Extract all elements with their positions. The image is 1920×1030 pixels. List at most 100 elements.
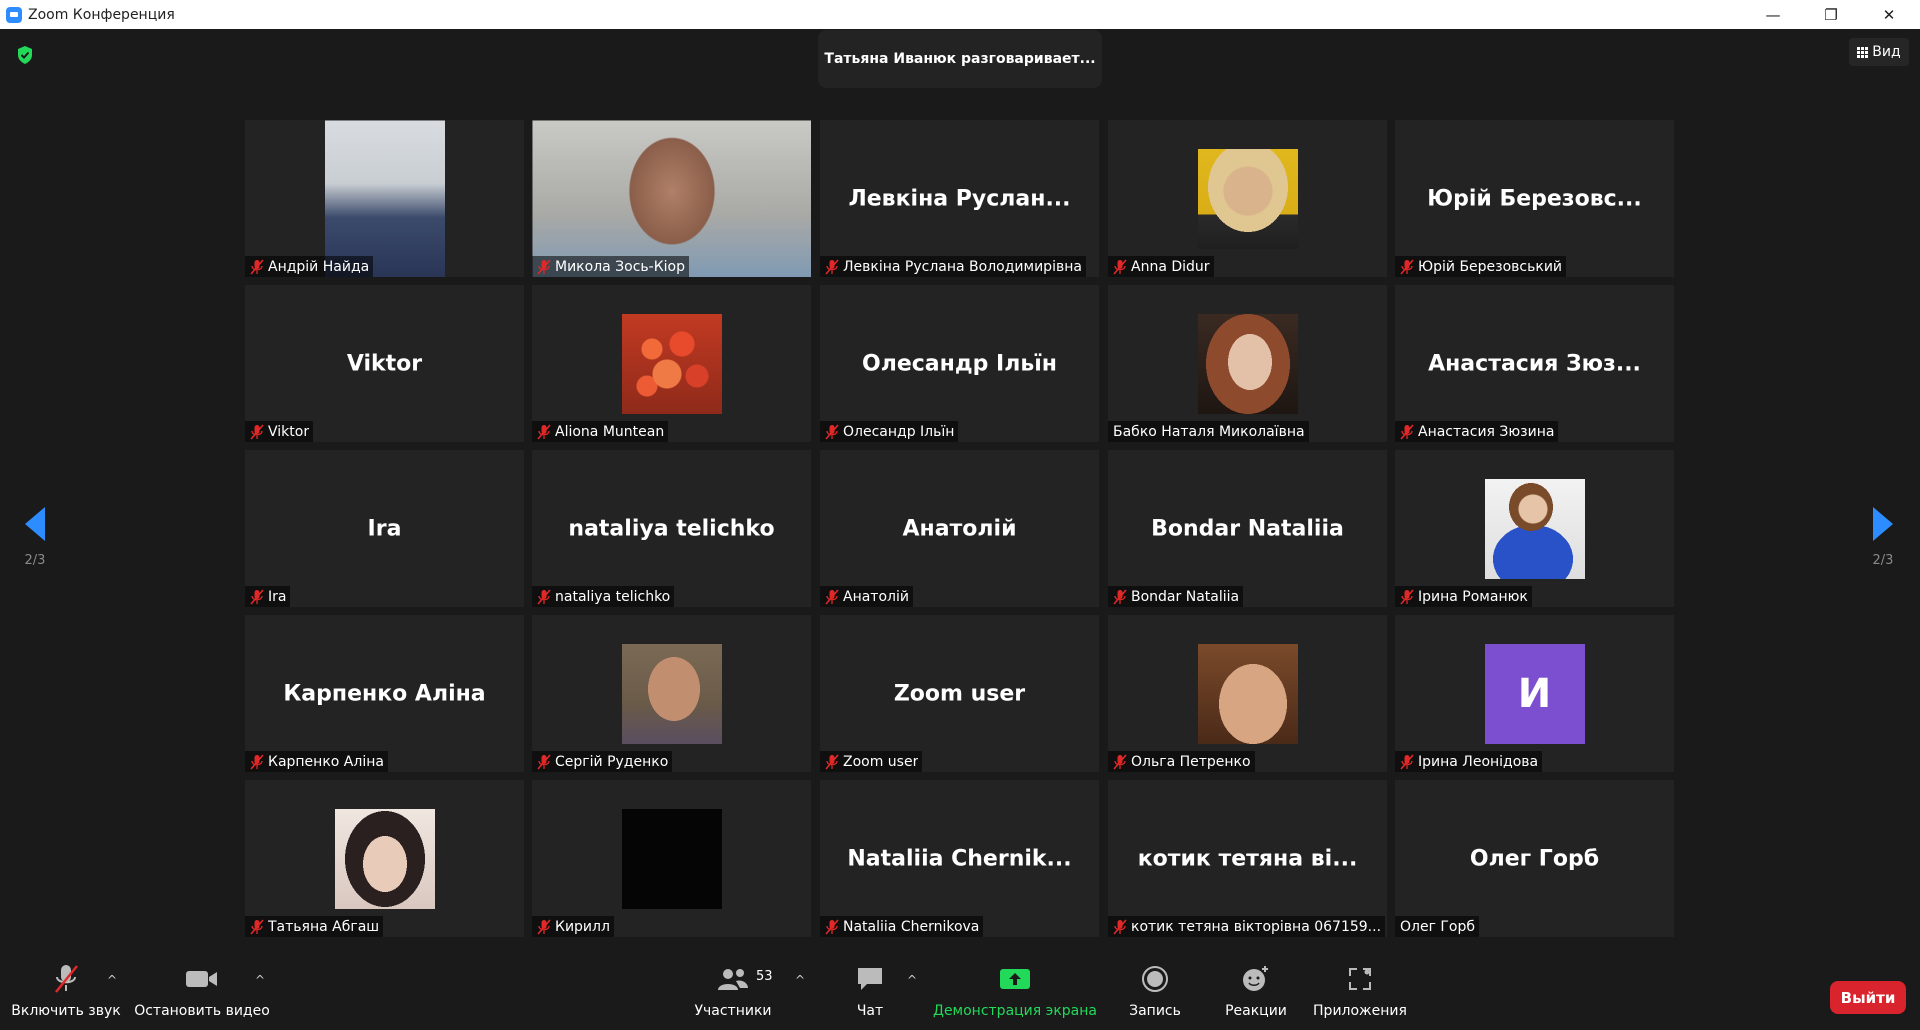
chat-options-caret[interactable]: ^ bbox=[907, 973, 917, 987]
participant-video bbox=[621, 643, 722, 744]
participant-tile[interactable]: Левкіна Руслан... Левкіна Руслана Володим… bbox=[820, 120, 1099, 277]
participant-name-bar: Олесандр Ільїн bbox=[820, 421, 959, 442]
participant-display-name: Nataliia Chernik... bbox=[847, 846, 1072, 871]
chat-button[interactable]: Чат bbox=[840, 953, 900, 1030]
participant-tile[interactable]: Татьяна Абгаш bbox=[245, 780, 524, 937]
participant-tile[interactable]: Бабко Наталя Миколаївна bbox=[1108, 285, 1387, 442]
restore-button[interactable]: ❐ bbox=[1802, 0, 1860, 29]
muted-microphone-icon bbox=[535, 588, 553, 605]
muted-microphone-icon bbox=[1111, 753, 1129, 770]
video-stage: Татьяна Иванюк разговаривает... Вид 2/3 … bbox=[0, 29, 1920, 953]
participant-tile[interactable]: Анастасия Зюз... Анастасия Зюзина bbox=[1395, 285, 1674, 442]
participant-name-bar: Anna Didur bbox=[1108, 256, 1214, 277]
participant-tile[interactable]: Сергій Руденко bbox=[532, 615, 811, 772]
participant-name: Nataliia Chernikova bbox=[843, 918, 980, 935]
previous-page-button[interactable]: 2/3 bbox=[14, 497, 56, 577]
muted-microphone-icon bbox=[1111, 588, 1129, 605]
participant-tile[interactable]: Nataliia Chernik... Nataliia Chernikova bbox=[820, 780, 1099, 937]
participant-tile[interactable]: Ірина Романюк bbox=[1395, 450, 1674, 607]
chat-label: Чат bbox=[856, 1003, 884, 1019]
participant-tile[interactable]: Viktor Viktor bbox=[245, 285, 524, 442]
close-button[interactable]: ✕ bbox=[1860, 0, 1918, 29]
participants-icon bbox=[716, 959, 750, 999]
encryption-shield-icon[interactable] bbox=[14, 44, 36, 66]
participant-video bbox=[324, 120, 445, 277]
next-page-button[interactable]: 2/3 bbox=[1862, 497, 1904, 577]
leave-meeting-button[interactable]: Выйти bbox=[1830, 981, 1906, 1014]
stop-video-label: Остановить видео bbox=[134, 1003, 270, 1019]
reactions-button[interactable]: Реакции bbox=[1218, 953, 1294, 1030]
participant-tile[interactable]: Aliona Muntean bbox=[532, 285, 811, 442]
participant-name-bar: котик тетяна вікторівна 067159... bbox=[1108, 916, 1386, 937]
participant-name-bar: Микола Зось-Кіор bbox=[532, 256, 689, 277]
participant-name: Юрій Березовський bbox=[1418, 258, 1563, 275]
participant-name-bar: Ольга Петренко bbox=[1108, 751, 1255, 772]
participant-tile[interactable]: Ira Ira bbox=[245, 450, 524, 607]
muted-microphone-icon bbox=[823, 423, 841, 440]
muted-microphone-icon bbox=[535, 423, 553, 440]
participant-name: котик тетяна вікторівна 067159... bbox=[1131, 918, 1382, 935]
muted-microphone-icon bbox=[1398, 753, 1416, 770]
reactions-label: Реакции bbox=[1225, 1003, 1287, 1019]
participant-tile[interactable]: Anna Didur bbox=[1108, 120, 1387, 277]
view-button[interactable]: Вид bbox=[1849, 38, 1909, 66]
participant-name: Андрій Найда bbox=[268, 258, 370, 275]
participant-tile[interactable]: Zoom user Zoom user bbox=[820, 615, 1099, 772]
participant-name: Zoom user bbox=[843, 753, 919, 770]
participant-video bbox=[1197, 313, 1298, 414]
video-options-caret[interactable]: ^ bbox=[255, 973, 265, 987]
participants-button[interactable]: Участники bbox=[690, 953, 776, 1030]
participant-display-name: Анатолій bbox=[902, 516, 1017, 541]
participant-tile[interactable]: Микола Зось-Кіор bbox=[532, 120, 811, 277]
muted-microphone-icon bbox=[535, 753, 553, 770]
participant-name-bar: Bondar Nataliia bbox=[1108, 586, 1244, 607]
participant-tile[interactable]: Олесандр Ільїн Олесандр Ільїн bbox=[820, 285, 1099, 442]
participant-tile[interactable]: Олег Горб Олег Горб bbox=[1395, 780, 1674, 937]
participant-tile[interactable]: котик тетяна ві... котик тетяна вікторівн… bbox=[1108, 780, 1387, 937]
participant-name-bar: Юрій Березовський bbox=[1395, 256, 1567, 277]
participant-name: Олег Горб bbox=[1400, 918, 1476, 935]
participant-display-name: Карпенко Аліна bbox=[283, 681, 486, 706]
minimize-button[interactable]: — bbox=[1744, 0, 1802, 29]
participant-tile[interactable]: Андрій Найда bbox=[245, 120, 524, 277]
share-screen-icon bbox=[999, 959, 1031, 999]
participant-name: Ольга Петренко bbox=[1131, 753, 1251, 770]
participant-name: Анатолій bbox=[843, 588, 909, 605]
participant-tile[interactable]: Ольга Петренко bbox=[1108, 615, 1387, 772]
muted-microphone-icon bbox=[535, 258, 553, 275]
participants-label: Участники bbox=[694, 1003, 772, 1019]
unmute-button[interactable]: Включить звук bbox=[6, 953, 126, 1030]
apps-button[interactable]: Приложения bbox=[1310, 953, 1410, 1030]
muted-microphone-icon bbox=[535, 918, 553, 935]
participants-options-caret[interactable]: ^ bbox=[795, 973, 805, 987]
participant-tile[interactable]: nataliya telichko nataliya telichko bbox=[532, 450, 811, 607]
arrow-left-icon bbox=[25, 506, 45, 541]
participant-tile[interactable]: Анатолій Анатолій bbox=[820, 450, 1099, 607]
muted-microphone-icon bbox=[1111, 918, 1129, 935]
muted-microphone-icon bbox=[50, 959, 82, 999]
record-button[interactable]: Запись bbox=[1120, 953, 1190, 1030]
participant-video bbox=[621, 808, 722, 909]
participant-name-bar: Ira bbox=[245, 586, 291, 607]
participant-video bbox=[1484, 478, 1585, 579]
participant-tile[interactable]: Карпенко Аліна Карпенко Аліна bbox=[245, 615, 524, 772]
participant-name-bar: Ірина Леонідова bbox=[1395, 751, 1543, 772]
stop-video-button[interactable]: Остановить видео bbox=[134, 953, 270, 1030]
share-screen-button[interactable]: Демонстрация экрана bbox=[933, 953, 1097, 1030]
meeting-toolbar: Включить звук ^ Остановить видео ^ Участ… bbox=[0, 953, 1920, 1030]
record-icon bbox=[1141, 959, 1169, 999]
participant-name: Бабко Наталя Миколаївна bbox=[1113, 423, 1305, 440]
participant-tile[interactable]: Кирилл bbox=[532, 780, 811, 937]
video-camera-icon bbox=[185, 959, 219, 999]
participant-name-bar: Zoom user bbox=[820, 751, 923, 772]
apps-label: Приложения bbox=[1313, 1003, 1407, 1019]
participant-tile[interactable]: Bondar Nataliia Bondar Nataliia bbox=[1108, 450, 1387, 607]
participant-video bbox=[334, 808, 435, 909]
participant-name-bar: Карпенко Аліна bbox=[245, 751, 388, 772]
muted-microphone-icon bbox=[1398, 258, 1416, 275]
audio-options-caret[interactable]: ^ bbox=[107, 973, 117, 987]
window-title: Zoom Конференция bbox=[28, 6, 175, 23]
participant-tile[interactable]: И Ірина Леонідова bbox=[1395, 615, 1674, 772]
participant-tile[interactable]: Юрій Березовс... Юрій Березовський bbox=[1395, 120, 1674, 277]
participant-name: Левкіна Руслана Володимирівна bbox=[843, 258, 1082, 275]
